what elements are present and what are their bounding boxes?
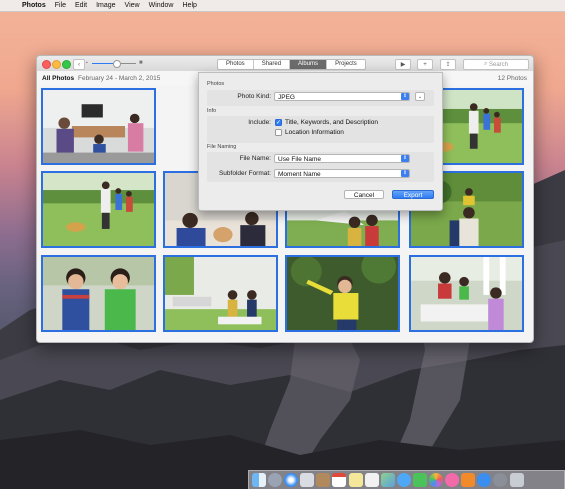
menu-photos[interactable]: Photos [22,2,46,9]
facetime-icon[interactable] [412,473,427,487]
tab-projects[interactable]: Projects [327,60,365,69]
reminders-icon[interactable] [364,473,379,487]
notes-icon[interactable] [348,473,363,487]
calendar-icon[interactable] [332,473,347,487]
large-thumbnail-icon: ■ [139,60,143,66]
menu-file[interactable]: File [55,2,66,9]
trash-icon[interactable] [509,473,524,487]
file-name-label: File Name: [239,155,271,162]
window-toolbar: ‹ ▪ ■ Photos Shared Albums Projects ▶ + … [37,56,533,72]
chevron-down-icon: ⌄ [417,94,423,100]
photo-thumbnail[interactable] [409,255,524,332]
contacts-icon[interactable] [316,473,331,487]
photos-section-label: Photos [207,81,225,87]
maps-icon[interactable] [380,473,395,487]
album-title: All Photos [42,75,75,82]
share-button[interactable]: ⇪ [440,59,456,70]
popup-arrows-icon: ⇕ [401,170,409,177]
title-keywords-label: Title, Keywords, and Description [285,119,378,126]
photo-thumbnail[interactable] [41,255,156,332]
photos-icon[interactable] [429,473,444,487]
safari-icon[interactable] [284,473,299,487]
search-placeholder: Search [489,61,509,68]
photo-kind-value: JPEG [278,94,295,101]
menu-help[interactable]: Help [183,2,197,9]
photo-thumbnail[interactable] [41,88,156,165]
photo-kind-popup[interactable]: JPEG ⇕ [274,92,410,101]
close-window-button[interactable] [42,60,51,69]
search-field[interactable]: ⌕ Search [463,59,529,70]
mail-icon[interactable] [300,473,315,487]
app-store-icon[interactable] [477,473,492,487]
share-icon: ⇪ [445,62,451,68]
small-thumbnail-icon: ▪ [86,60,88,66]
menu-view[interactable]: View [125,2,140,9]
zoom-slider-knob[interactable] [113,60,122,68]
view-tabs: Photos Shared Albums Projects [217,59,366,70]
dock [248,470,565,489]
export-sheet: Photos Photo Kind: JPEG ⇕ ⌄ Info Include… [198,72,443,211]
messages-icon[interactable] [396,473,411,487]
title-keywords-checkbox[interactable]: ✓ [275,119,282,126]
play-icon: ▶ [400,62,406,68]
info-section-label: Info [207,108,217,114]
tab-albums[interactable]: Albums [290,60,328,69]
date-range: February 24 - March 2, 2015 [78,75,161,82]
minimize-window-button[interactable] [52,60,61,69]
zoom-window-button[interactable] [62,60,71,69]
back-button[interactable]: ‹ [73,59,85,70]
plus-icon: + [423,61,427,68]
ibooks-icon[interactable] [461,473,476,487]
photo-thumbnail[interactable] [285,255,400,332]
file-name-value: Use File Name [278,156,321,163]
location-info-checkbox[interactable] [275,129,282,136]
cancel-button[interactable]: Cancel [344,190,384,199]
file-name-popup[interactable]: Use File Name ⇕ [274,154,410,163]
itunes-icon[interactable] [445,473,460,487]
file-naming-section-label: File Naming [207,144,237,150]
popup-arrows-icon: ⇕ [401,93,409,100]
slideshow-button[interactable]: ▶ [395,59,411,70]
menu-edit[interactable]: Edit [75,2,87,9]
subfolder-format-label: Subfolder Format: [218,170,271,177]
zoom-slider[interactable] [92,60,136,68]
tab-photos[interactable]: Photos [218,60,254,69]
photos-window: ‹ ▪ ■ Photos Shared Albums Projects ▶ + … [36,55,534,343]
photo-kind-options-button[interactable]: ⌄ [415,92,425,101]
photo-thumbnail[interactable] [163,255,278,332]
menu-bar: Photos File Edit Image View Window Help [0,0,565,12]
photo-kind-label: Photo Kind: [237,93,271,100]
popup-arrows-icon: ⇕ [401,155,409,162]
location-info-label: Location Information [285,129,344,136]
photo-count: 12 Photos [497,75,527,82]
photo-thumbnail[interactable] [41,171,156,248]
system-preferences-icon[interactable] [493,473,508,487]
subfolder-format-popup[interactable]: Moment Name ⇕ [274,169,410,178]
subfolder-format-value: Moment Name [278,171,321,178]
finder-icon[interactable] [252,473,266,487]
include-label: Include: [248,119,271,126]
export-button[interactable]: Export [392,190,434,199]
menu-image[interactable]: Image [96,2,115,9]
menu-window[interactable]: Window [149,2,174,9]
tab-shared[interactable]: Shared [254,60,291,69]
launchpad-icon[interactable] [268,473,283,487]
add-button[interactable]: + [417,59,433,70]
